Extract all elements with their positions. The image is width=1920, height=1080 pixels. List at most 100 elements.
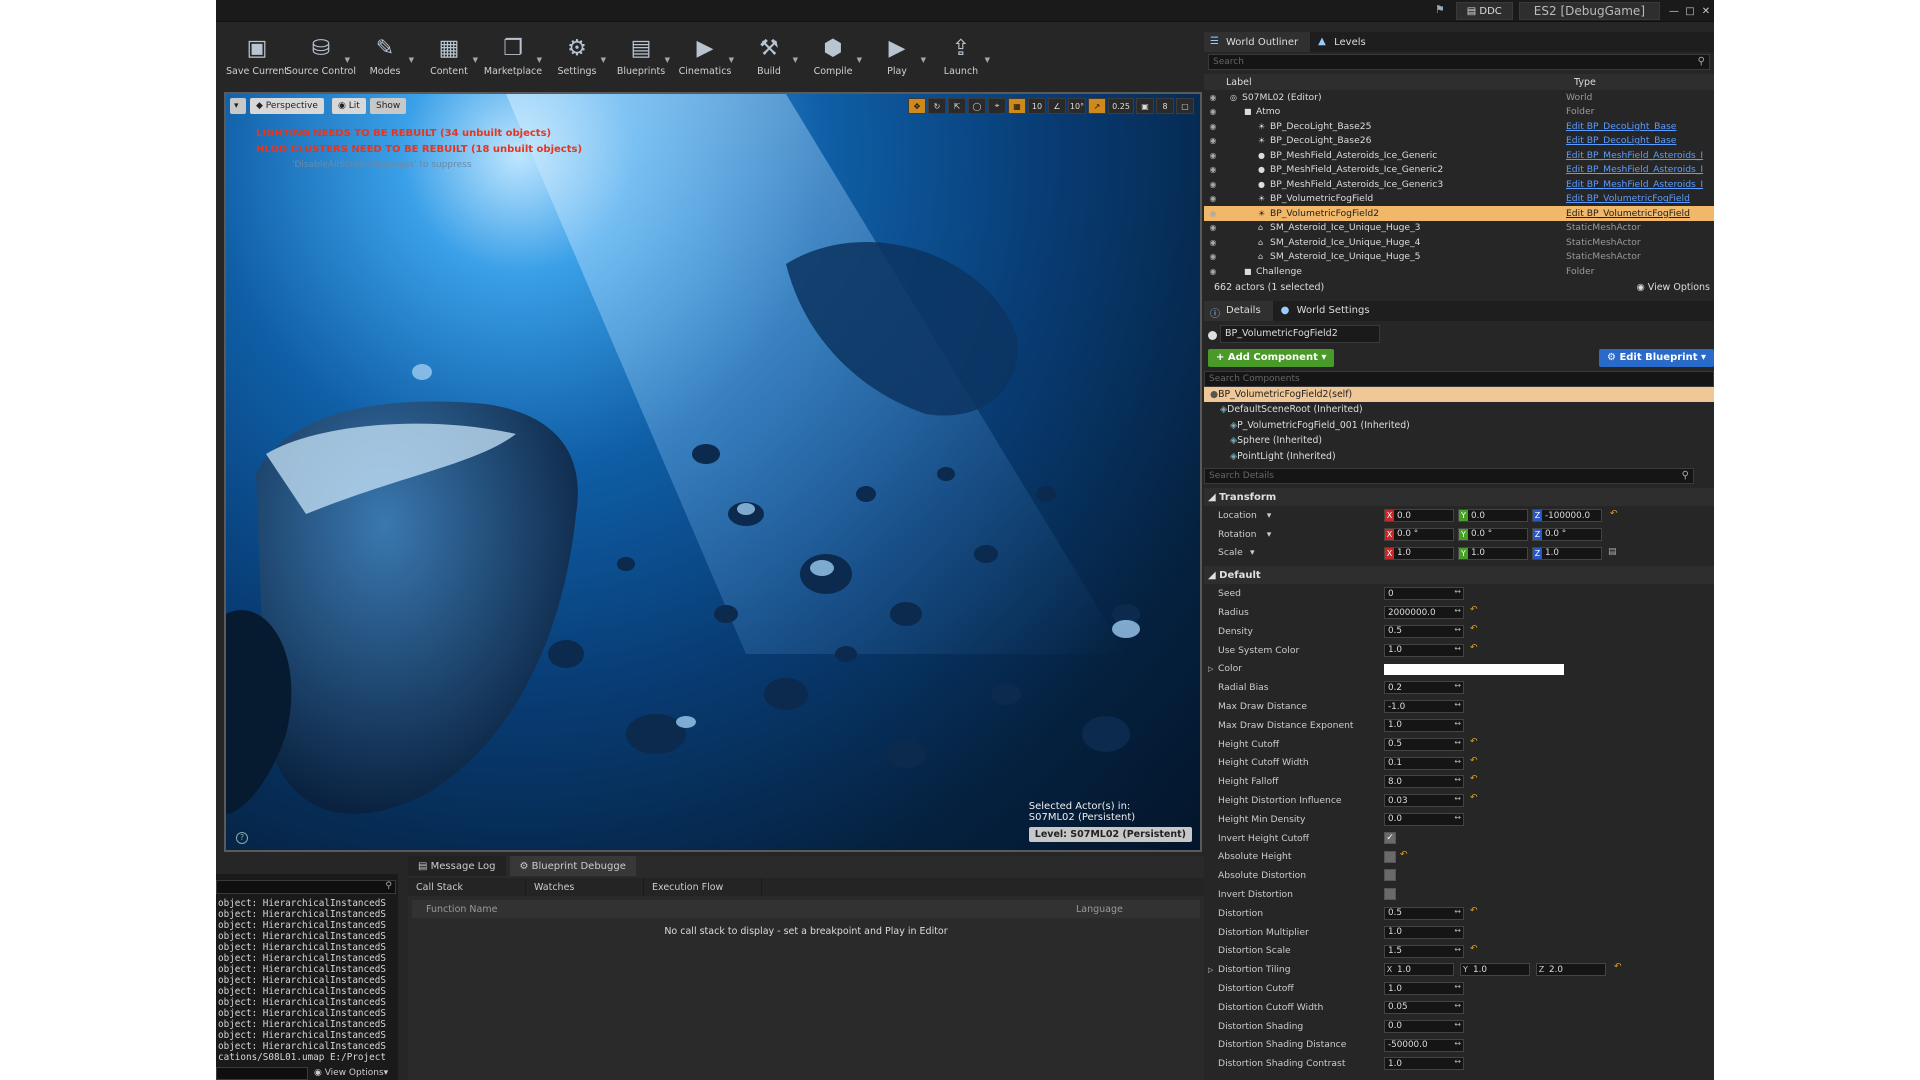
eye-icon[interactable]: ◉: [1204, 238, 1222, 247]
chevron-down-icon[interactable]: ▼: [921, 56, 926, 64]
tab-world-settings[interactable]: ● World Settings: [1275, 301, 1382, 321]
outliner-row[interactable]: ◉ ⌂ SM_Asteroid_Ice_Unique_Huge_4 StaticMes…: [1204, 235, 1714, 250]
toolbar-marketplace-button[interactable]: ❐ Marketplace ▼: [482, 34, 544, 84]
property-value-field[interactable]: 0: [1384, 587, 1464, 601]
component-row[interactable]: ◈ DefaultSceneRoot (Inherited): [1204, 402, 1714, 418]
log-view-options-button[interactable]: ◉ View Options▾: [314, 1068, 388, 1078]
column-label[interactable]: Label: [1226, 77, 1252, 88]
camera-speed-value[interactable]: 8: [1156, 98, 1174, 114]
reset-icon[interactable]: ↶: [1470, 793, 1478, 803]
property-value-field[interactable]: 0.5: [1384, 624, 1464, 638]
viewport-options-button[interactable]: ▾: [230, 98, 246, 114]
property-value-field[interactable]: 1.5: [1384, 944, 1464, 958]
outliner-row-type[interactable]: Edit BP_MeshField_Asteroids_I: [1566, 179, 1703, 190]
outliner-row[interactable]: ◉ ■ Atmo Folder: [1204, 105, 1714, 120]
level-viewport[interactable]: ▾ ◆ Perspective ◉ Lit Show ✥ ↻ ⇱ ◯ ⌖ ▦ 1…: [224, 92, 1202, 852]
world-space-icon[interactable]: ◯: [968, 98, 986, 114]
property-value-field[interactable]: 2000000.0: [1384, 606, 1464, 620]
column-type[interactable]: Type: [1574, 77, 1596, 88]
reset-icon[interactable]: ↶: [1614, 962, 1622, 972]
log-search-input[interactable]: ⚲: [216, 880, 396, 894]
outliner-row[interactable]: ◉ ◎ S07ML02 (Editor) World: [1204, 90, 1714, 105]
outliner-row[interactable]: ◉ ● BP_MeshField_Asteroids_Ice_Generic3 Edi…: [1204, 177, 1714, 192]
outliner-row-type[interactable]: Edit BP_DecoLight_Base: [1566, 135, 1676, 146]
tab-watches[interactable]: Watches: [526, 878, 644, 896]
property-value-field[interactable]: 1.0: [1384, 643, 1464, 657]
chevron-down-icon[interactable]: ▼: [473, 56, 478, 64]
transform-y-field[interactable]: Y 1.0: [1458, 546, 1528, 560]
eye-icon[interactable]: ◉: [1204, 223, 1222, 232]
lock-icon[interactable]: ▤: [1608, 547, 1617, 557]
property-checkbox[interactable]: [1384, 869, 1396, 882]
property-value-field[interactable]: 1.0: [1384, 1057, 1464, 1071]
transform-z-field[interactable]: Z -100000.0: [1532, 509, 1602, 522]
component-row[interactable]: ◈ P_VolumetricFogField_001 (Inherited): [1204, 418, 1714, 434]
property-checkbox[interactable]: [1384, 888, 1396, 901]
reset-icon[interactable]: ↶: [1400, 850, 1408, 860]
tab-call-stack[interactable]: Call Stack: [408, 878, 526, 896]
reset-icon[interactable]: ↶: [1470, 906, 1478, 916]
tiling-y-field[interactable]: Y 1.0: [1460, 963, 1530, 977]
transform-y-field[interactable]: Y 0.0 °: [1458, 527, 1528, 541]
rotate-icon[interactable]: ↻: [928, 98, 946, 114]
actor-name-field[interactable]: BP_VolumetricFogField2: [1220, 324, 1380, 343]
component-row[interactable]: ● BP_VolumetricFogField2(self): [1204, 386, 1714, 402]
chevron-down-icon[interactable]: ▼: [601, 56, 606, 64]
reset-icon[interactable]: ↶: [1470, 774, 1478, 784]
eye-icon[interactable]: ◉: [1204, 180, 1222, 189]
tab-blueprint-debugger[interactable]: ⚙ Blueprint Debugge: [509, 856, 636, 876]
angle-snap-icon[interactable]: ∠: [1048, 98, 1066, 114]
tiling-z-field[interactable]: Z 2.0: [1536, 963, 1606, 977]
surface-snap-icon[interactable]: ⌖: [988, 98, 1006, 114]
expand-arrow-icon[interactable]: ▷: [1208, 665, 1213, 673]
eye-icon[interactable]: ◉: [1204, 107, 1222, 116]
property-value-field[interactable]: -50000.0: [1384, 1038, 1464, 1052]
outliner-row-type[interactable]: Edit BP_MeshField_Asteroids_I: [1566, 164, 1703, 175]
toolbar-blueprints-button[interactable]: ▤ Blueprints ▼: [610, 34, 672, 84]
reset-icon[interactable]: ↶: [1470, 756, 1478, 766]
outliner-row[interactable]: ◉ ⌂ SM_Asteroid_Ice_Unique_Huge_5 StaticMes…: [1204, 250, 1714, 265]
tab-world-outliner[interactable]: ☰ World Outliner: [1204, 32, 1311, 52]
reset-icon[interactable]: ↶: [1610, 509, 1618, 519]
chevron-down-icon[interactable]: ▾: [1267, 510, 1272, 521]
toolbar-launch-button[interactable]: ⇪ Launch ▼: [930, 34, 992, 84]
chevron-down-icon[interactable]: ▼: [409, 56, 414, 64]
property-value-field[interactable]: 0.2: [1384, 681, 1464, 695]
transform-x-field[interactable]: X 1.0: [1384, 546, 1454, 560]
toolbar-settings-button[interactable]: ⚙ Settings ▼: [546, 34, 608, 84]
color-swatch[interactable]: [1384, 663, 1564, 675]
property-value-field[interactable]: 0.5: [1384, 737, 1464, 751]
column-function-name[interactable]: Function Name: [426, 904, 497, 915]
translate-icon[interactable]: ✥: [908, 98, 926, 114]
maximize-icon[interactable]: □: [1682, 4, 1698, 18]
scale-icon[interactable]: ⇱: [948, 98, 966, 114]
eye-icon[interactable]: ◉: [1204, 93, 1222, 102]
outliner-row[interactable]: ◉ ☀ BP_DecoLight_Base26 Edit BP_DecoLight_B…: [1204, 134, 1714, 149]
default-section[interactable]: ◢ Default: [1204, 566, 1714, 585]
chevron-down-icon[interactable]: ▼: [345, 56, 350, 64]
component-row[interactable]: ◈ PointLight (Inherited): [1204, 449, 1714, 465]
chevron-down-icon[interactable]: ▼: [537, 56, 542, 64]
reset-icon[interactable]: ↶: [1470, 605, 1478, 615]
scale-snap-value[interactable]: 0.25: [1108, 98, 1134, 114]
eye-icon[interactable]: ◉: [1204, 136, 1222, 145]
tab-details[interactable]: ⓘ Details: [1204, 300, 1273, 321]
reset-icon[interactable]: ↶: [1470, 737, 1478, 747]
outliner-row[interactable]: ◉ ☀ BP_DecoLight_Base25 Edit BP_DecoLight_B…: [1204, 119, 1714, 134]
outliner-row-type[interactable]: Edit BP_VolumetricFogField: [1566, 208, 1690, 219]
chevron-down-icon[interactable]: ▼: [793, 56, 798, 64]
property-value-field[interactable]: 0.03: [1384, 794, 1464, 808]
toolbar-content-button[interactable]: ▦ Content ▼: [418, 34, 480, 84]
toolbar-modes-button[interactable]: ✎ Modes ▼: [354, 34, 416, 84]
property-checkbox[interactable]: ✓: [1384, 831, 1396, 844]
outliner-row-type[interactable]: Edit BP_MeshField_Asteroids_I: [1566, 150, 1703, 161]
chevron-down-icon[interactable]: ▼: [857, 56, 862, 64]
expand-arrow-icon[interactable]: ▷: [1208, 966, 1213, 974]
outliner-row[interactable]: ◉ ☀ BP_VolumetricFogField Edit BP_Volumetri…: [1204, 192, 1714, 207]
ddc-indicator[interactable]: ▤ DDC: [1455, 2, 1513, 20]
property-value-field[interactable]: 0.1: [1384, 756, 1464, 770]
tab-execution-flow[interactable]: Execution Flow: [644, 878, 762, 896]
outliner-view-options-button[interactable]: ◉ View Options: [1636, 282, 1710, 293]
outliner-row[interactable]: ◉ ● BP_MeshField_Asteroids_Ice_Generic2 Edi…: [1204, 163, 1714, 178]
notification-icon[interactable]: ⚑: [1430, 3, 1450, 19]
